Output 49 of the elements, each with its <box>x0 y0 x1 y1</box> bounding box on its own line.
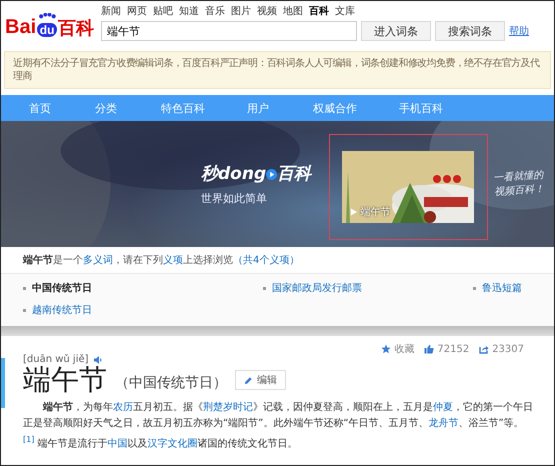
inline-link[interactable]: 农历 <box>113 402 133 413</box>
search-field[interactable]: 端午节 <box>101 21 357 41</box>
sense-link[interactable]: 国家邮政局发行邮票 <box>272 281 362 295</box>
share-icon[interactable] <box>479 344 490 354</box>
inline-link[interactable]: 荆楚岁时记 <box>203 402 253 413</box>
sense-link[interactable]: 中国传统节日 <box>32 281 92 295</box>
search-button[interactable]: 搜索词条 <box>435 21 505 41</box>
count: 23307 <box>492 344 524 354</box>
product-link[interactable]: 音乐 <box>205 4 225 18</box>
search-button[interactable]: 进入词条 <box>361 21 431 41</box>
help-link[interactable]: 帮助 <box>509 24 529 38</box>
nav-link[interactable]: 分类 <box>95 100 161 116</box>
count: 72152 <box>437 344 470 354</box>
sense-link[interactable]: 鲁迅短篇 <box>482 281 522 295</box>
product-link[interactable]: 百科 <box>309 4 329 18</box>
product-link[interactable]: 视频 <box>257 4 277 18</box>
inline-link[interactable]: （共4个义项） <box>233 255 300 266</box>
notice-text: 近期有不法分子冒充官方收费编辑词条，百度百科严正声明：百科词条人人可编辑，词条创建和修改均免费，绝不存在官方及代理商 <box>13 57 541 83</box>
edit-button[interactable]: 编辑 <box>235 370 286 390</box>
inline-link[interactable]: 多义词 <box>83 255 113 266</box>
entry-subtitle: （中国传统节日） <box>115 374 227 392</box>
nav-link[interactable]: 特色百科 <box>161 100 247 116</box>
nav-link[interactable]: 权威合作 <box>313 100 399 116</box>
product-link[interactable]: 知道 <box>179 4 199 18</box>
speaker-icon[interactable] <box>92 354 103 364</box>
product-link[interactable]: 地图 <box>283 4 303 18</box>
entry-title: 端午节 <box>23 365 107 396</box>
inline-link[interactable]: 龙舟节 <box>428 418 459 430</box>
nav-link[interactable]: 用户 <box>247 100 313 116</box>
sense-link[interactable]: 越南传统节日 <box>32 303 92 317</box>
inline-link[interactable]: 义项 <box>163 255 183 266</box>
summary-paragraph: 端午节，为每年农历五月初五。据《荆楚岁时记》记载，因仲夏登高，顺阳在上，五月是仲夏，它的第一个午日正是登高顺阳好天气之日，故五月初五亦称为“端阳节”。此外端午节还称“午日节、五月节、龙舟节、浴兰节”等。 $^{[1]}$ 端午节是流行于中国以及汉字文化圈诸国的传统文化节日。 <box>23 400 534 452</box>
thumbs-up-icon[interactable] <box>424 344 434 354</box>
product-link[interactable]: 新闻 <box>101 4 121 18</box>
nav-link[interactable]: 手机百科 <box>399 100 465 116</box>
nav-link[interactable]: 首页 <box>29 100 95 116</box>
product-link[interactable]: 文库 <box>335 4 355 18</box>
baidu-baike-logo[interactable]: Bai du 百科 <box>5 13 101 37</box>
star-icon[interactable] <box>381 344 392 354</box>
inline-link[interactable]: 仲夏 <box>433 402 453 413</box>
product-link[interactable]: 贴吧 <box>153 4 173 18</box>
pencil-icon <box>244 376 253 385</box>
inline-link[interactable]: 中国 <box>108 438 128 450</box>
favorite-label: 收藏 <box>394 342 414 356</box>
product-link[interactable]: 网页 <box>127 4 147 18</box>
reference-link[interactable]: [1] <box>23 434 34 444</box>
pinyin: [duān wǔ jiě] <box>23 354 89 365</box>
product-link[interactable]: 图片 <box>231 4 251 18</box>
inline-link[interactable]: 汉字文化圈 <box>148 438 198 450</box>
